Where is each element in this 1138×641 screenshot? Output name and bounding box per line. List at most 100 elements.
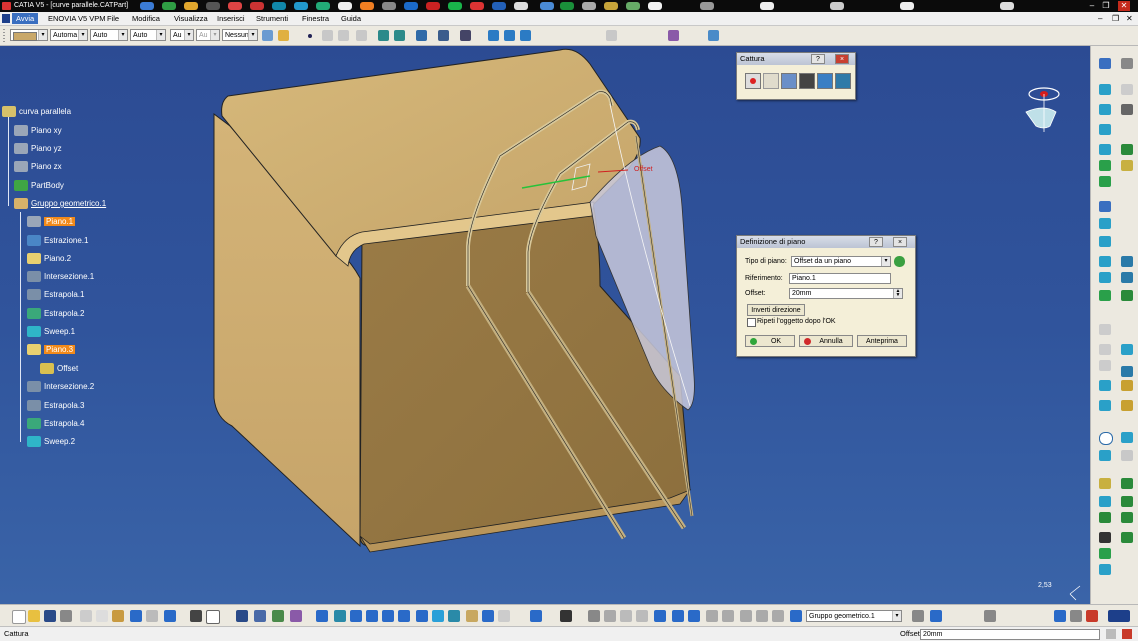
rotate-view-icon[interactable]	[366, 610, 378, 622]
cancel-button[interactable]: Annulla	[799, 335, 853, 347]
taskbar-icon[interactable]	[470, 2, 484, 10]
select-icon[interactable]	[1121, 84, 1133, 95]
circle-icon[interactable]	[1099, 432, 1113, 445]
tree-item[interactable]: Estrapola.4	[27, 418, 84, 430]
pan-icon[interactable]	[350, 610, 362, 622]
taskbar-icon[interactable]	[426, 2, 440, 10]
taskbar-icon[interactable]	[626, 2, 640, 10]
trim-icon[interactable]	[1121, 272, 1133, 283]
blend-icon[interactable]	[1099, 256, 1111, 267]
power-input-icon[interactable]	[1106, 629, 1116, 639]
symmetry-icon[interactable]	[1099, 360, 1111, 371]
doc-minimize-icon[interactable]: –	[1098, 14, 1102, 23]
bar-icon[interactable]	[772, 610, 784, 622]
doc-restore-icon[interactable]: ❐	[1112, 14, 1119, 23]
connect-curve-icon[interactable]	[1099, 512, 1111, 523]
help-button[interactable]: ?	[811, 54, 825, 64]
layer-combo[interactable]: Nessuno ▾	[222, 29, 258, 41]
save-icon[interactable]	[44, 610, 56, 622]
project-icon[interactable]	[1099, 478, 1111, 489]
multi-view-icon[interactable]	[432, 610, 444, 622]
pattern-icon[interactable]	[1121, 366, 1133, 377]
intersection-icon[interactable]	[1121, 496, 1133, 507]
measure-icon[interactable]	[606, 30, 617, 41]
insert-body-icon[interactable]	[930, 610, 942, 622]
tree-item[interactable]: Piano.2	[27, 253, 71, 265]
menu-insert[interactable]: Inserisci	[215, 13, 247, 24]
select-icon[interactable]	[763, 73, 779, 89]
comment-icon[interactable]	[206, 610, 220, 624]
curve-icon[interactable]	[338, 30, 349, 41]
menu-edit[interactable]: Modifica	[130, 13, 162, 24]
shading-icon[interactable]	[466, 610, 478, 622]
taskbar-icon[interactable]	[404, 2, 418, 10]
taskbar-icon[interactable]	[900, 2, 914, 10]
boundary-icon[interactable]	[1099, 290, 1111, 301]
helix-icon[interactable]	[1121, 450, 1133, 461]
cylinder-icon[interactable]	[1121, 160, 1133, 171]
axis-icon[interactable]	[460, 30, 471, 41]
snap-icon[interactable]	[604, 610, 616, 622]
spinner-icon[interactable]: ▲ ▼	[893, 289, 902, 298]
tree-item[interactable]: Piano.1	[27, 216, 76, 228]
compass-icon[interactable]	[672, 610, 684, 622]
measure-icon[interactable]	[530, 610, 542, 622]
taskbar-icon[interactable]	[1000, 2, 1014, 10]
taskbar-icon[interactable]	[582, 2, 596, 10]
rendering-combo[interactable]: Au ▾	[196, 29, 220, 41]
loft-icon[interactable]	[1099, 236, 1111, 247]
point-icon[interactable]	[1099, 84, 1111, 95]
point-type-combo[interactable]: Au ▾	[170, 29, 194, 41]
taskbar-icon[interactable]	[162, 2, 176, 10]
offset-input[interactable]: 20mm ▲ ▼	[789, 288, 903, 299]
tree-item[interactable]: Sweep.1	[27, 326, 75, 338]
render-icon[interactable]	[668, 30, 679, 41]
taskbar-icon[interactable]	[272, 2, 286, 10]
sketch-grid-icon[interactable]	[504, 30, 515, 41]
current-set-select[interactable]: Gruppo geometrico.1 ▾	[806, 610, 902, 622]
grid-2-icon[interactable]	[636, 610, 648, 622]
taskbar-icon[interactable]	[228, 2, 242, 10]
zoom-out-icon[interactable]	[398, 610, 410, 622]
surface-icon[interactable]	[356, 30, 367, 41]
chevron-down-icon[interactable]: ▾	[118, 30, 127, 40]
tree-item[interactable]: Piano yz	[14, 143, 62, 155]
line-icon[interactable]	[1099, 104, 1111, 115]
menu-file[interactable]: File	[105, 13, 121, 24]
tree-item[interactable]: PartBody	[14, 180, 64, 192]
update-icon[interactable]	[740, 610, 752, 622]
formula-icon[interactable]	[1099, 564, 1111, 575]
transparency-combo[interactable]: Automa ▾	[50, 29, 88, 41]
restore-icon[interactable]: ❐	[1100, 1, 1112, 11]
tree-item[interactable]: Piano xy	[14, 125, 62, 137]
undo-icon[interactable]	[130, 610, 142, 622]
paste-icon[interactable]	[112, 610, 124, 622]
zoom-in-icon[interactable]	[382, 610, 394, 622]
close-button[interactable]: ×	[893, 237, 907, 247]
chevron-down-icon[interactable]: ▾	[38, 30, 47, 40]
taskbar-icon[interactable]	[382, 2, 396, 10]
extrude-icon[interactable]	[1099, 144, 1111, 155]
split-icon[interactable]	[1099, 272, 1111, 283]
chevron-down-icon[interactable]: ▾	[892, 611, 901, 621]
taskbar-icon[interactable]	[316, 2, 330, 10]
close-icon[interactable]: ✕	[1118, 1, 1130, 11]
spline-icon[interactable]	[1099, 450, 1111, 461]
knowledge-icon[interactable]	[1099, 548, 1111, 559]
brush-icon[interactable]	[278, 30, 289, 41]
power-icon[interactable]	[1086, 610, 1098, 622]
combine-icon[interactable]	[1121, 478, 1133, 489]
capture-options-icon[interactable]	[781, 73, 797, 89]
tree-item[interactable]: Piano.3	[27, 344, 76, 356]
scissors-icon[interactable]	[1121, 104, 1133, 115]
surface-icon[interactable]	[688, 610, 700, 622]
swap-space-icon[interactable]	[498, 610, 510, 622]
open-icon[interactable]	[28, 610, 40, 622]
layout-icon[interactable]	[1054, 610, 1066, 622]
lock-icon[interactable]	[894, 256, 905, 267]
iso-view-icon[interactable]	[448, 610, 460, 622]
tree-root[interactable]: curva parallela	[2, 106, 71, 118]
knowledge-icon[interactable]	[272, 610, 284, 622]
ok-button[interactable]: OK	[745, 335, 795, 347]
axis-system-icon[interactable]	[1099, 400, 1111, 411]
